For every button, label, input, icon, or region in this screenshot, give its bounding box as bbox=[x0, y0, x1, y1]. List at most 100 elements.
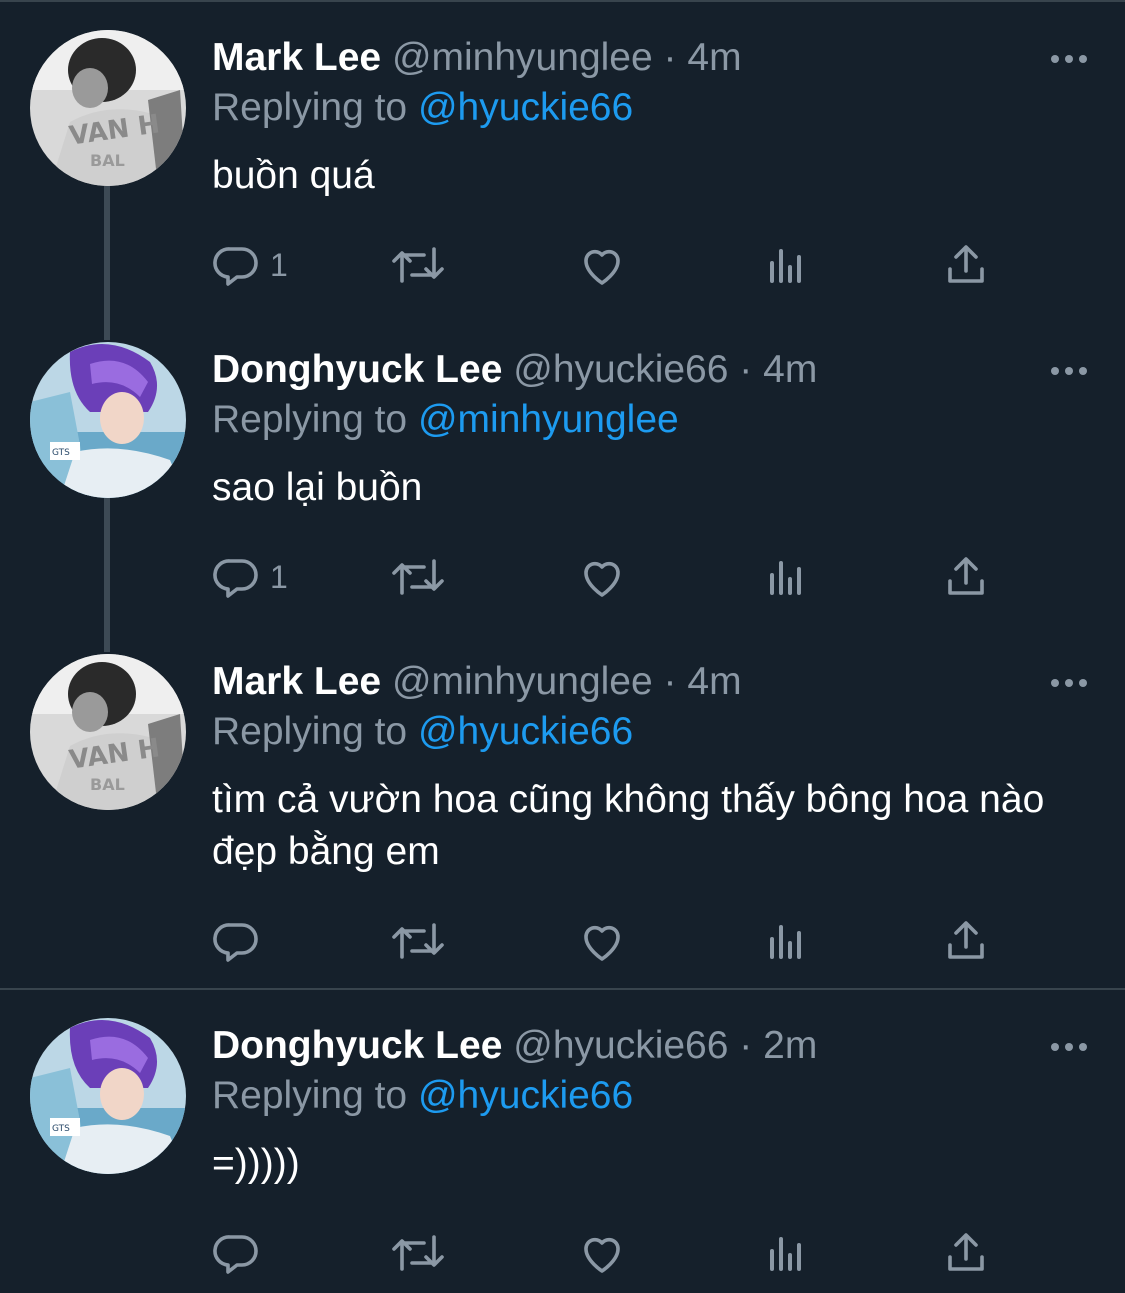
views-chart-icon bbox=[770, 561, 801, 595]
separator: · bbox=[663, 36, 677, 79]
reply-icon bbox=[213, 923, 258, 962]
reply-icon bbox=[213, 1235, 258, 1274]
retweet-button[interactable] bbox=[390, 916, 446, 966]
tweet-text: =))))) bbox=[212, 1142, 300, 1185]
tweet[interactable]: VAN H BAL Mark Lee @minhyunglee · 4m Rep… bbox=[0, 30, 1125, 320]
reply-icon bbox=[213, 559, 258, 598]
tweet[interactable]: GTS Donghyuck Lee @hyuckie66 · 4m Replyi… bbox=[0, 342, 1125, 632]
views-button[interactable] bbox=[762, 916, 810, 966]
heart-icon bbox=[584, 561, 620, 597]
svg-text:BAL: BAL bbox=[90, 151, 125, 170]
tweet-text: sao lại buồn bbox=[212, 466, 423, 509]
views-button[interactable] bbox=[762, 1228, 810, 1278]
retweet-icon bbox=[392, 559, 444, 595]
tweet[interactable]: VAN H BAL Mark Lee @minhyunglee · 4m Rep… bbox=[0, 654, 1125, 974]
like-button[interactable] bbox=[578, 916, 626, 966]
reply-count: 1 bbox=[270, 558, 288, 595]
action-bar bbox=[212, 916, 1012, 966]
tweet-divider bbox=[0, 988, 1125, 990]
views-button[interactable] bbox=[762, 552, 810, 602]
more-horizontal-icon[interactable] bbox=[1049, 52, 1089, 66]
share-button[interactable] bbox=[942, 552, 990, 602]
action-bar: 1 bbox=[212, 552, 1012, 602]
donghyuck-lee-avatar[interactable]: GTS bbox=[30, 342, 186, 498]
tweet-text: buồn quá bbox=[212, 154, 375, 197]
timestamp[interactable]: 4m bbox=[763, 348, 817, 391]
replying-to-link[interactable]: @minhyunglee bbox=[418, 398, 679, 441]
tweet-header: Donghyuck Lee @hyuckie66 · 4m bbox=[212, 342, 817, 398]
timestamp[interactable]: 4m bbox=[687, 36, 741, 79]
action-bar bbox=[212, 1228, 1012, 1278]
views-chart-icon bbox=[770, 925, 801, 959]
user-handle[interactable]: @hyuckie66 bbox=[513, 1024, 728, 1067]
user-handle[interactable]: @minhyunglee bbox=[392, 660, 653, 703]
retweet-icon bbox=[392, 1235, 444, 1271]
separator: · bbox=[663, 660, 677, 703]
more-horizontal-icon[interactable] bbox=[1049, 676, 1089, 690]
like-button[interactable] bbox=[578, 552, 626, 602]
tweet-header: Donghyuck Lee @hyuckie66 · 2m bbox=[212, 1018, 817, 1074]
reply-button[interactable] bbox=[212, 1228, 260, 1278]
replying-to: Replying to @hyuckie66 bbox=[212, 82, 633, 134]
timestamp[interactable]: 4m bbox=[687, 660, 741, 703]
replying-label: Replying to bbox=[212, 86, 408, 129]
share-button[interactable] bbox=[942, 916, 990, 966]
svg-text:GTS: GTS bbox=[52, 1124, 70, 1134]
tweet-header: Mark Lee @minhyunglee · 4m bbox=[212, 654, 742, 710]
replying-to-link[interactable]: @hyuckie66 bbox=[418, 86, 633, 129]
replying-label: Replying to bbox=[212, 710, 408, 753]
more-horizontal-icon[interactable] bbox=[1049, 364, 1089, 378]
views-chart-icon bbox=[770, 1237, 801, 1271]
action-bar: 1 bbox=[212, 240, 1012, 290]
timestamp[interactable]: 2m bbox=[763, 1024, 817, 1067]
heart-icon bbox=[584, 1237, 620, 1273]
replying-label: Replying to bbox=[212, 398, 408, 441]
share-button[interactable] bbox=[942, 1228, 990, 1278]
replying-label: Replying to bbox=[212, 1074, 408, 1117]
like-button[interactable] bbox=[578, 240, 626, 290]
reply-button[interactable]: 1 bbox=[212, 240, 288, 290]
display-name[interactable]: Donghyuck Lee bbox=[212, 348, 502, 391]
replying-to: Replying to @minhyunglee bbox=[212, 394, 679, 446]
top-divider bbox=[0, 0, 1125, 2]
share-icon bbox=[948, 557, 984, 595]
tweet-text: tìm cả vườn hoa cũng không thấy bông hoa… bbox=[212, 778, 1045, 873]
views-chart-icon bbox=[770, 249, 801, 283]
separator: · bbox=[739, 348, 753, 391]
share-icon bbox=[948, 245, 984, 283]
reply-icon bbox=[213, 247, 258, 286]
reply-count: 1 bbox=[270, 246, 288, 283]
mark-lee-avatar[interactable]: VAN H BAL bbox=[30, 30, 186, 186]
heart-icon bbox=[584, 925, 620, 961]
retweet-button[interactable] bbox=[390, 1228, 446, 1278]
replying-to-link[interactable]: @hyuckie66 bbox=[418, 1074, 633, 1117]
retweet-icon bbox=[392, 923, 444, 959]
svg-text:BAL: BAL bbox=[90, 775, 125, 794]
replying-to: Replying to @hyuckie66 bbox=[212, 706, 633, 758]
replying-to-link[interactable]: @hyuckie66 bbox=[418, 710, 633, 753]
share-button[interactable] bbox=[942, 240, 990, 290]
donghyuck-lee-avatar[interactable]: GTS bbox=[30, 1018, 186, 1174]
display-name[interactable]: Donghyuck Lee bbox=[212, 1024, 502, 1067]
views-button[interactable] bbox=[762, 240, 810, 290]
display-name[interactable]: Mark Lee bbox=[212, 660, 381, 703]
mark-lee-avatar[interactable]: VAN H BAL bbox=[30, 654, 186, 810]
separator: · bbox=[739, 1024, 753, 1067]
display-name[interactable]: Mark Lee bbox=[212, 36, 381, 79]
retweet-icon bbox=[392, 247, 444, 283]
user-handle[interactable]: @minhyunglee bbox=[392, 36, 653, 79]
replying-to: Replying to @hyuckie66 bbox=[212, 1070, 633, 1122]
share-icon bbox=[948, 1233, 984, 1271]
reply-button[interactable]: 1 bbox=[212, 552, 288, 602]
retweet-button[interactable] bbox=[390, 552, 446, 602]
retweet-button[interactable] bbox=[390, 240, 446, 290]
tweet[interactable]: GTS Donghyuck Lee @hyuckie66 · 2m Replyi… bbox=[0, 1018, 1125, 1293]
user-handle[interactable]: @hyuckie66 bbox=[513, 348, 728, 391]
svg-text:GTS: GTS bbox=[52, 448, 70, 458]
share-icon bbox=[948, 921, 984, 959]
heart-icon bbox=[584, 249, 620, 285]
like-button[interactable] bbox=[578, 1228, 626, 1278]
more-horizontal-icon[interactable] bbox=[1049, 1040, 1089, 1054]
tweet-header: Mark Lee @minhyunglee · 4m bbox=[212, 30, 742, 86]
reply-button[interactable] bbox=[212, 916, 260, 966]
